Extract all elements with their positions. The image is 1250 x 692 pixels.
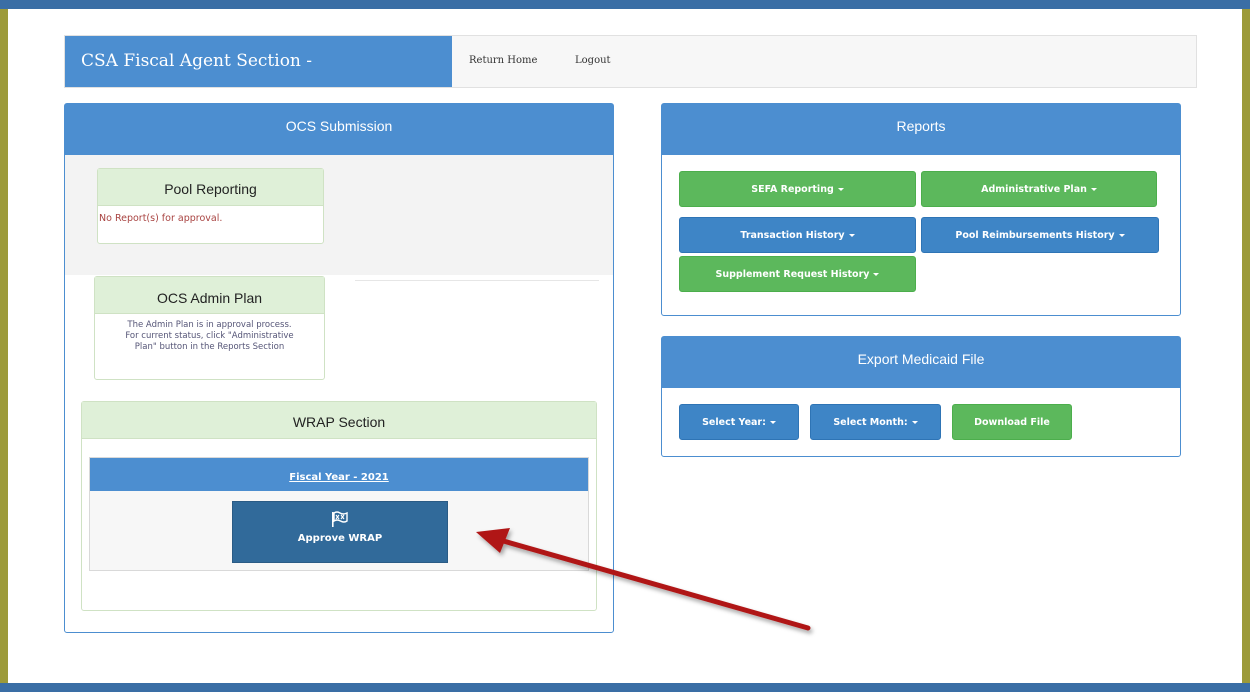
frame-top-border — [0, 0, 1250, 9]
fiscal-year-header: Fiscal Year - 2021 — [90, 458, 588, 491]
divider — [355, 280, 599, 281]
wrap-section-title: WRAP Section — [82, 402, 596, 439]
frame-bottom-border — [0, 683, 1250, 692]
reports-header: Reports — [662, 104, 1180, 155]
caret-down-icon — [1090, 188, 1097, 191]
pool-reimbursements-history-button[interactable]: Pool Reimbursements History — [921, 217, 1159, 253]
caret-down-icon — [848, 234, 855, 237]
administrative-plan-label: Administrative Plan — [981, 184, 1087, 195]
ocs-admin-plan-message: The Admin Plan is in approval process. F… — [95, 314, 324, 353]
caret-down-icon — [873, 273, 880, 276]
transaction-history-button[interactable]: Transaction History — [679, 217, 916, 253]
approve-wrap-button[interactable]: Approve WRAP — [232, 501, 448, 563]
download-file-label: Download File — [974, 417, 1050, 428]
ocs-admin-plan-card: OCS Admin Plan The Admin Plan is in appr… — [94, 276, 325, 380]
brand-title[interactable]: CSA Fiscal Agent Section - — [65, 36, 452, 87]
supplement-request-history-label: Supplement Request History — [715, 269, 870, 280]
export-medicaid-header: Export Medicaid File — [662, 337, 1180, 388]
frame-left-border — [0, 9, 8, 683]
return-home-link[interactable]: Return Home — [469, 55, 537, 66]
frame-right-border — [1242, 9, 1250, 683]
transaction-history-label: Transaction History — [740, 230, 845, 241]
ocs-submission-panel: OCS Submission Pool Reporting No Report(… — [64, 103, 614, 633]
fiscal-year-box: Fiscal Year - 2021 Approve WRAP — [89, 457, 589, 571]
supplement-request-history-button[interactable]: Supplement Request History — [679, 256, 916, 292]
download-file-button[interactable]: Download File — [952, 404, 1072, 440]
pool-reporting-card: Pool Reporting No Report(s) for approval… — [97, 168, 324, 244]
caret-down-icon — [769, 421, 776, 424]
fiscal-year-link[interactable]: Fiscal Year - 2021 — [289, 472, 389, 483]
sefa-reporting-label: SEFA Reporting — [751, 184, 834, 195]
select-month-dropdown[interactable]: Select Month: — [810, 404, 941, 440]
reports-panel: Reports SEFA Reporting Administrative Pl… — [661, 103, 1181, 316]
pool-reporting-title: Pool Reporting — [98, 169, 323, 206]
select-month-label: Select Month: — [833, 417, 908, 428]
caret-down-icon — [1118, 234, 1125, 237]
pool-reimbursements-history-label: Pool Reimbursements History — [955, 230, 1115, 241]
navbar: CSA Fiscal Agent Section - Return Home L… — [64, 35, 1197, 88]
pool-reporting-message: No Report(s) for approval. — [99, 213, 223, 224]
administrative-plan-button[interactable]: Administrative Plan — [921, 171, 1157, 207]
admin-message-line: The Admin Plan is in approval process. — [127, 320, 292, 330]
logout-link[interactable]: Logout — [575, 55, 611, 66]
approve-wrap-label: Approve WRAP — [297, 533, 383, 544]
caret-down-icon — [911, 421, 918, 424]
select-year-label: Select Year: — [702, 417, 766, 428]
ocs-admin-plan-title: OCS Admin Plan — [95, 277, 324, 314]
caret-down-icon — [837, 188, 844, 191]
sefa-reporting-button[interactable]: SEFA Reporting — [679, 171, 916, 207]
ocs-submission-header: OCS Submission — [65, 104, 613, 155]
admin-message-line: For current status, click "Administrativ… — [125, 331, 294, 341]
flag-icon — [332, 511, 348, 527]
export-medicaid-panel: Export Medicaid File Select Year: Select… — [661, 336, 1181, 457]
select-year-dropdown[interactable]: Select Year: — [679, 404, 799, 440]
admin-message-line: Plan" button in the Reports Section — [134, 342, 285, 352]
wrap-section-card: WRAP Section Fiscal Year - 2021 Approve … — [81, 401, 597, 611]
